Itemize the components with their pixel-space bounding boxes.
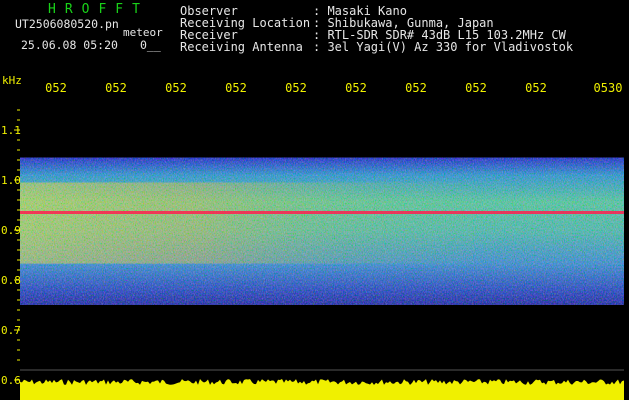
signal-strength-bar bbox=[20, 369, 624, 400]
noise-texture bbox=[20, 157, 624, 305]
x-tick-label: 052 bbox=[345, 81, 367, 95]
y-tick-label: 0.6 bbox=[1, 374, 21, 387]
x-tick-label: 052 bbox=[465, 81, 487, 95]
x-tick-label: 052 bbox=[105, 81, 127, 95]
x-tick-label: 052 bbox=[285, 81, 307, 95]
x-tick-label: 0530 bbox=[594, 81, 623, 95]
noise-band bbox=[20, 157, 624, 305]
x-tick-label: 052 bbox=[165, 81, 187, 95]
strength-bar-fill bbox=[20, 379, 624, 400]
x-axis: 052 052 052 052 052 052 052 052 052 0530 bbox=[45, 81, 622, 95]
hrofft-spectrogram-window: { "header": { "app_title": "HROFFT", "fi… bbox=[0, 0, 629, 400]
x-tick-label: 052 bbox=[45, 81, 67, 95]
x-tick-label: 052 bbox=[405, 81, 427, 95]
spectrogram-chart: 1.11.00.90.80.70.6 052 052 052 052 052 052 052… bbox=[1, 81, 624, 400]
x-tick-label: 052 bbox=[525, 81, 547, 95]
y-axis: 1.11.00.90.80.70.6 bbox=[1, 109, 21, 387]
x-tick-label: 052 bbox=[225, 81, 247, 95]
